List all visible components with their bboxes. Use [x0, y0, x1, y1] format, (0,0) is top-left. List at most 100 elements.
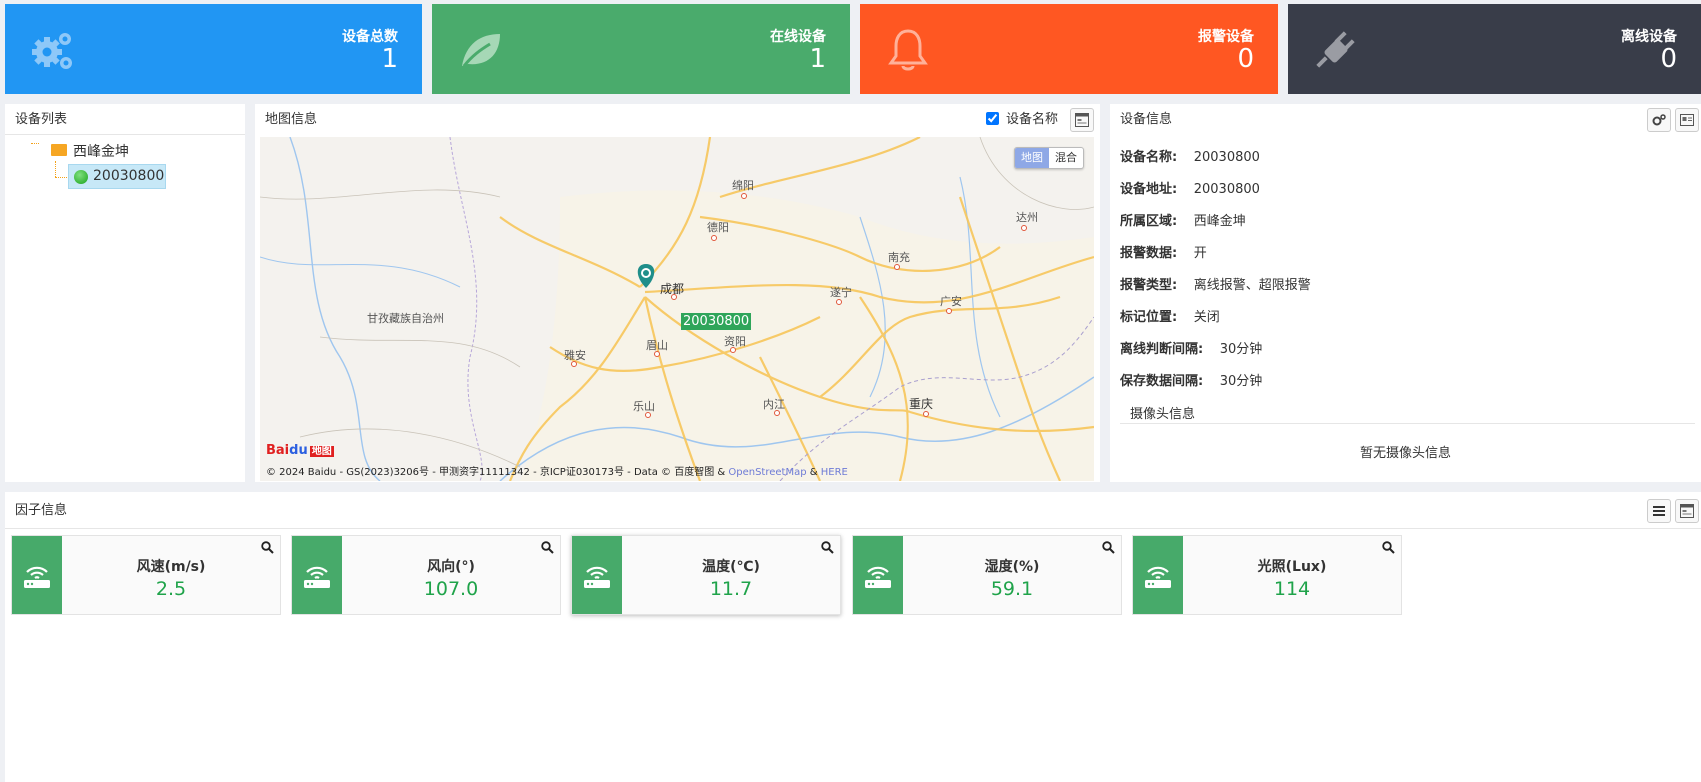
baidu-logo: Baidu 地图: [266, 443, 334, 458]
stat-label: 设备总数: [342, 29, 398, 45]
city-dot: [946, 308, 952, 314]
factor-value: 11.7: [709, 578, 753, 600]
stat-label: 离线设备: [1621, 29, 1677, 45]
search-icon[interactable]: [1382, 541, 1395, 554]
search-icon[interactable]: [261, 541, 274, 554]
factor-card[interactable]: 风速(m/s) 2.5: [11, 535, 281, 615]
city-label: 达州: [1016, 211, 1038, 224]
factor-card[interactable]: 温度(℃) 11.7: [571, 535, 841, 615]
tree-root-label[interactable]: 西峰金坤: [73, 141, 129, 161]
panel-title: 地图信息 设备名称: [255, 104, 1100, 135]
search-icon[interactable]: [821, 541, 834, 554]
tree-node-label[interactable]: 20030800: [93, 168, 164, 184]
city-dot: [1021, 225, 1027, 231]
plug-icon: [1316, 31, 1355, 68]
card-icon: [1680, 114, 1694, 126]
info-value: 20030800: [1193, 182, 1260, 197]
info-value: 西峰金坤: [1193, 214, 1246, 229]
tree-node-device[interactable]: 20030800: [68, 164, 166, 189]
info-row-alarm-data: 报警数据: 开: [1120, 242, 1207, 261]
list-icon: [1653, 506, 1665, 516]
city-dot: [711, 235, 717, 241]
map-type-toggle[interactable]: 地图 混合: [1014, 147, 1084, 169]
device-name-toggle[interactable]: 设备名称: [985, 104, 1058, 135]
factor-name: 风速(m/s): [136, 559, 206, 575]
info-row-mark-position: 标记位置: 关闭: [1120, 306, 1220, 325]
wifi-device-icon: [584, 566, 610, 588]
search-icon[interactable]: [541, 541, 554, 554]
stat-value: 0: [1660, 44, 1677, 74]
stat-value: 1: [381, 44, 398, 74]
info-value: 关闭: [1193, 310, 1220, 325]
leaf-icon: [462, 34, 500, 67]
device-info-panel: 设备信息 设备名称: 20030800 设备地址: 20030800 所属区域:…: [1110, 104, 1701, 482]
map-marker-label[interactable]: 20030800: [681, 313, 752, 330]
factor-value: 59.1: [990, 578, 1034, 600]
info-label: 设备地址:: [1120, 182, 1178, 197]
camera-title: 摄像头信息: [1130, 407, 1196, 422]
city-label: 德阳: [707, 221, 729, 234]
search-icon[interactable]: [1102, 541, 1115, 554]
device-detail-button[interactable]: [1675, 108, 1699, 132]
gear-icon: [1652, 114, 1666, 126]
city-label: 资阳: [724, 335, 746, 348]
city-label: 遂宁: [830, 286, 852, 299]
sensor-icon-box: [853, 536, 903, 614]
info-row-device-name: 设备名称: 20030800: [1120, 146, 1260, 165]
stat-value: 1: [809, 44, 826, 74]
map-type-button[interactable]: 地图: [1015, 148, 1049, 168]
factor-value: 107.0: [423, 578, 479, 600]
info-row-save-interval: 保存数据间隔: 30分钟: [1120, 370, 1262, 389]
city-label: 南充: [888, 251, 910, 264]
online-status-icon: [74, 170, 88, 184]
factor-title: 因子信息: [15, 503, 68, 518]
city-label: 内江: [763, 398, 785, 411]
city-dot: [730, 347, 736, 353]
folder-icon: [51, 144, 67, 156]
info-label: 离线判断间隔:: [1120, 342, 1204, 357]
panel-title: 设备信息: [1110, 104, 1701, 135]
info-label: 保存数据间隔:: [1120, 374, 1204, 389]
map-title: 地图信息: [265, 112, 318, 127]
city-label: 重庆: [909, 397, 934, 411]
factor-value: 2.5: [155, 578, 187, 600]
device-info-title: 设备信息: [1120, 112, 1173, 127]
copyright-text: © 2024 Baidu - GS(2023)3206号 - 甲测资字11111…: [266, 467, 726, 478]
factor-name: 湿度(%): [984, 559, 1040, 575]
camera-empty-text: 暂无摄像头信息: [1359, 446, 1451, 461]
factor-card[interactable]: 湿度(%) 59.1: [852, 535, 1122, 615]
openstreetmap-link[interactable]: OpenStreetMap: [728, 467, 806, 478]
list-view-button[interactable]: [1647, 499, 1671, 523]
stat-card-online: 在线设备 1: [432, 4, 850, 94]
device-name-checkbox[interactable]: [985, 112, 999, 125]
stat-label: 在线设备: [770, 29, 826, 45]
tree-line: [55, 161, 56, 177]
info-label: 报警数据:: [1120, 246, 1178, 261]
map-canvas[interactable]: 地图 混合 绵阳 德阳 达州 南充 成都 遂宁 广安 甘孜藏族自治州 眉山 资阳…: [260, 137, 1094, 481]
factor-card[interactable]: 风向(°) 107.0: [291, 535, 561, 615]
sensor-icon-box: [572, 536, 622, 614]
map-panel: 地图信息 设备名称 地图 混合 绵阳 德阳 达州 南充 成都 遂宁 广安 甘孜藏…: [255, 104, 1100, 482]
stat-card-alarm: 报警设备 0: [860, 4, 1278, 94]
stat-label: 报警设备: [1198, 29, 1254, 45]
factor-name: 温度(℃): [702, 559, 760, 575]
device-settings-button[interactable]: [1647, 108, 1671, 132]
factor-card[interactable]: 光照(Lux) 114: [1132, 535, 1402, 615]
hybrid-type-button[interactable]: 混合: [1049, 148, 1083, 168]
factor-name: 光照(Lux): [1257, 559, 1327, 575]
factor-export-button[interactable]: [1675, 499, 1699, 523]
city-dot: [774, 410, 780, 416]
info-row-device-address: 设备地址: 20030800: [1120, 178, 1260, 197]
info-value: 开: [1193, 246, 1207, 261]
city-dot: [671, 294, 677, 300]
info-label: 所属区域:: [1120, 214, 1178, 229]
stat-card-offline: 离线设备 0: [1288, 4, 1701, 94]
here-link[interactable]: HERE: [821, 467, 848, 478]
city-label: 甘孜藏族自治州: [367, 312, 444, 325]
factor-name: 风向(°): [427, 559, 475, 575]
gears-icon: [32, 33, 72, 69]
window-icon: [1680, 504, 1694, 518]
city-dot: [654, 351, 660, 357]
map-export-button[interactable]: [1070, 108, 1094, 132]
wifi-device-icon: [865, 566, 891, 588]
